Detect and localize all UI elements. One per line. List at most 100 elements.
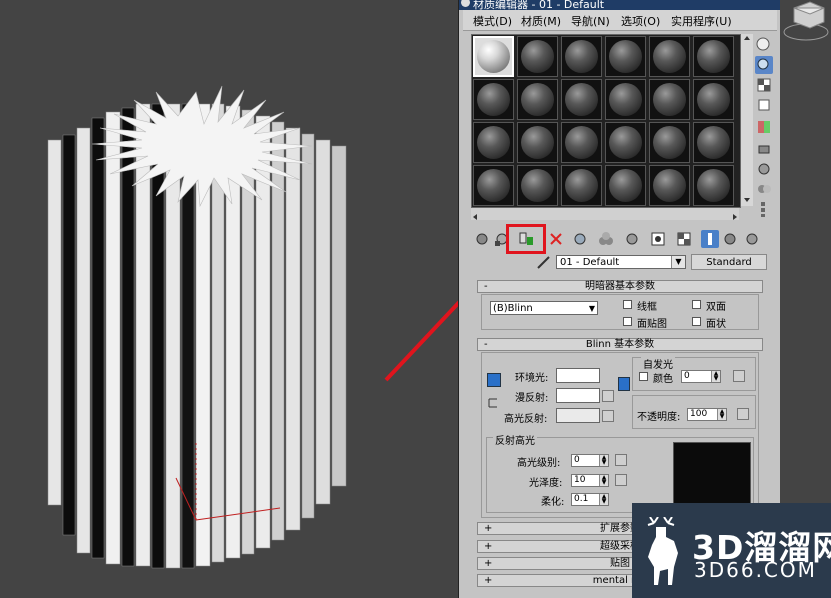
- self-illum-spinner[interactable]: 0 ▲ ▼: [681, 370, 721, 383]
- background-checker-icon[interactable]: [755, 76, 773, 94]
- chevron-down-icon: ▼: [588, 304, 595, 313]
- face-map-checkbox[interactable]: [623, 317, 632, 326]
- make-unique-icon[interactable]: [571, 230, 589, 248]
- self-illum-map-button[interactable]: [733, 370, 745, 382]
- sample-slot[interactable]: [605, 165, 646, 206]
- sample-sphere: [477, 40, 510, 73]
- viewport-perspective[interactable]: [0, 0, 458, 598]
- sample-type-icon[interactable]: [755, 36, 773, 54]
- sample-slot[interactable]: [517, 122, 558, 163]
- opacity-spinner[interactable]: 100 ▲ ▼: [687, 408, 727, 421]
- backlight-icon[interactable]: [755, 56, 773, 74]
- soften-spinner[interactable]: 0.1 ▲ ▼: [571, 493, 609, 506]
- self-illum-color-label: 颜色: [653, 374, 673, 385]
- lock-diffuse-specular-icon[interactable]: [487, 395, 499, 409]
- sample-slot[interactable]: [605, 79, 646, 120]
- sample-slot[interactable]: [605, 36, 646, 77]
- rollout-blinn-basic[interactable]: - Blinn 基本参数: [477, 338, 763, 351]
- sample-slot[interactable]: [473, 36, 514, 77]
- diffuse-map-button[interactable]: [602, 390, 614, 402]
- menu-mode[interactable]: 模式(D): [473, 13, 512, 29]
- sample-slot[interactable]: [561, 122, 602, 163]
- spec-level-spinner[interactable]: 0 ▲ ▼: [571, 454, 609, 467]
- select-by-material-icon[interactable]: [755, 180, 773, 198]
- sample-slot[interactable]: [649, 79, 690, 120]
- options-icon[interactable]: [755, 160, 773, 178]
- sample-slot[interactable]: [649, 122, 690, 163]
- sample-slot[interactable]: [473, 79, 514, 120]
- chevron-down-icon: ▼: [671, 256, 685, 268]
- sample-slot[interactable]: [517, 79, 558, 120]
- menu-utilities[interactable]: 实用程序(U): [671, 13, 732, 29]
- specular-color-swatch[interactable]: [556, 408, 600, 423]
- two-sided-checkbox[interactable]: [692, 300, 701, 309]
- sample-slot[interactable]: [473, 122, 514, 163]
- glossiness-map-button[interactable]: [615, 474, 627, 486]
- opacity-map-button[interactable]: [737, 408, 749, 420]
- window-title: 材质编辑器 - 01 - Default: [473, 0, 605, 10]
- video-color-check-icon[interactable]: [755, 118, 773, 136]
- sample-slot[interactable]: [561, 79, 602, 120]
- go-forward-sibling-icon[interactable]: [743, 230, 761, 248]
- sample-slot[interactable]: [649, 165, 690, 206]
- specular-map-button[interactable]: [602, 410, 614, 422]
- material-name-field[interactable]: 01 - Default ▼: [556, 255, 686, 269]
- menu-material[interactable]: 材质(M): [521, 13, 561, 29]
- specular-highlights-group: 反射高光 高光级别: 0 ▲ ▼ 光泽度: 10 ▲ ▼ 柔化: 0.1 ▲ ▼: [486, 432, 754, 513]
- make-preview-icon[interactable]: [755, 140, 773, 158]
- put-to-library-icon[interactable]: [623, 230, 641, 248]
- lock-ambient-diffuse-icon[interactable]: [487, 373, 501, 387]
- reset-map-icon[interactable]: [547, 230, 565, 248]
- make-copy-icon[interactable]: [597, 230, 615, 248]
- sample-sphere: [653, 169, 686, 202]
- shader-select[interactable]: (B)Blinn ▼: [490, 301, 598, 315]
- show-end-result-icon[interactable]: [701, 230, 719, 248]
- sample-slot[interactable]: [649, 36, 690, 77]
- sample-slot[interactable]: [473, 165, 514, 206]
- sample-slot[interactable]: [605, 122, 646, 163]
- rollout-title: 明暗器基本参数: [585, 281, 655, 292]
- sample-slot[interactable]: [517, 36, 558, 77]
- diffuse-color-swatch[interactable]: [556, 388, 600, 403]
- lock-map-icon[interactable]: [618, 377, 630, 391]
- sample-slot[interactable]: [561, 36, 602, 77]
- show-map-in-viewport-icon[interactable]: [675, 230, 693, 248]
- menu-navigation[interactable]: 导航(N): [571, 13, 610, 29]
- spec-level-map-button[interactable]: [615, 454, 627, 466]
- soften-label: 柔化:: [541, 497, 565, 508]
- wire-label: 线框: [637, 302, 657, 313]
- sample-slot[interactable]: [561, 165, 602, 206]
- watermark-logo: 3D溜溜网 3D66.COM: [632, 503, 831, 598]
- sample-slot[interactable]: [693, 165, 734, 206]
- eyedropper-icon[interactable]: [535, 254, 553, 270]
- sample-uv-tiling-icon[interactable]: [755, 96, 773, 114]
- ambient-label: 环境光:: [515, 373, 549, 384]
- viewcube[interactable]: [780, 0, 831, 44]
- slot-horizontal-scrollbar[interactable]: [471, 208, 739, 220]
- sample-sphere: [521, 40, 554, 73]
- sample-slot[interactable]: [517, 165, 558, 206]
- faceted-label: 面状: [706, 319, 726, 330]
- material-id-channel-icon[interactable]: [649, 230, 667, 248]
- slot-vertical-scrollbar[interactable]: [741, 34, 753, 206]
- glossiness-spinner[interactable]: 10 ▲ ▼: [571, 474, 609, 487]
- wire-checkbox[interactable]: [623, 300, 632, 309]
- sample-slot[interactable]: [693, 36, 734, 77]
- viewcube-icon: [783, 1, 829, 41]
- menu-options[interactable]: 选项(O): [621, 13, 660, 29]
- expand-icon: +: [484, 558, 493, 569]
- sample-slot[interactable]: [693, 79, 734, 120]
- faceted-checkbox[interactable]: [692, 317, 701, 326]
- scrollbar-arrows-icon: [744, 36, 750, 202]
- rollout-title: Blinn 基本参数: [585, 339, 655, 350]
- rollout-shader-basic[interactable]: - 明暗器基本参数: [477, 280, 763, 293]
- go-to-parent-icon[interactable]: [721, 230, 739, 248]
- ambient-color-swatch[interactable]: [556, 368, 600, 383]
- material-type-button[interactable]: Standard: [691, 254, 767, 270]
- material-map-navigator-icon[interactable]: [755, 200, 773, 218]
- opacity-group: 不透明度: 100 ▲ ▼: [632, 395, 756, 429]
- sample-slot[interactable]: [693, 122, 734, 163]
- sample-sphere: [609, 40, 642, 73]
- self-illum-color-checkbox[interactable]: [639, 372, 648, 381]
- get-material-icon[interactable]: [473, 230, 491, 248]
